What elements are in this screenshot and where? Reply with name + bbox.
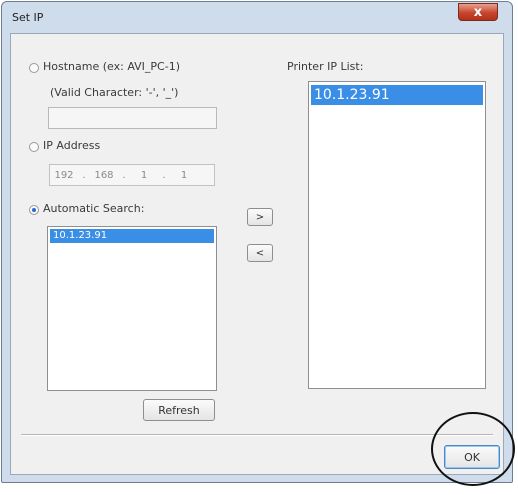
hostname-label: Hostname (ex: AVI_PC-1) — [43, 60, 180, 73]
close-icon: x — [473, 4, 483, 20]
refresh-button[interactable]: Refresh — [143, 399, 215, 421]
ip-separator: . — [122, 169, 126, 181]
ip-address-radio[interactable] — [29, 142, 39, 152]
dialog-title: Set IP — [12, 11, 44, 24]
ip-octet-4[interactable]: 1 — [170, 170, 198, 181]
ip-octet-2[interactable]: 168 — [90, 170, 118, 181]
hostname-radio[interactable] — [29, 63, 39, 73]
hostname-input[interactable] — [48, 107, 217, 129]
ip-address-label: IP Address — [43, 139, 101, 152]
dialog-body: Hostname (ex: AVI_PC-1) (Valid Character… — [10, 33, 504, 475]
printer-ip-list-label: Printer IP List: — [287, 60, 364, 73]
set-ip-dialog: Set IP x Hostname (ex: AVI_PC-1) (Valid … — [1, 1, 513, 483]
printer-ip-item[interactable]: 10.1.23.91 — [311, 85, 483, 105]
highlight-circle — [431, 412, 515, 486]
search-result-item[interactable]: 10.1.23.91 — [50, 229, 214, 243]
printer-ip-list[interactable]: 10.1.23.91 — [308, 81, 486, 389]
ip-address-field[interactable]: 192 . 168 . 1 . 1 — [49, 164, 215, 186]
automatic-search-label: Automatic Search: — [43, 202, 145, 215]
ip-separator: . — [162, 169, 166, 181]
hostname-hint: (Valid Character: '-', '_') — [50, 86, 179, 99]
automatic-search-radio[interactable] — [29, 205, 39, 215]
add-to-list-button[interactable]: > — [247, 208, 273, 226]
remove-from-list-button[interactable]: < — [247, 244, 273, 262]
search-results-list[interactable]: 10.1.23.91 — [47, 226, 217, 391]
close-button[interactable]: x — [458, 3, 498, 21]
ip-separator: . — [82, 169, 86, 181]
footer-divider — [21, 434, 493, 436]
ip-octet-3[interactable]: 1 — [130, 170, 158, 181]
ip-octet-1[interactable]: 192 — [50, 170, 78, 181]
